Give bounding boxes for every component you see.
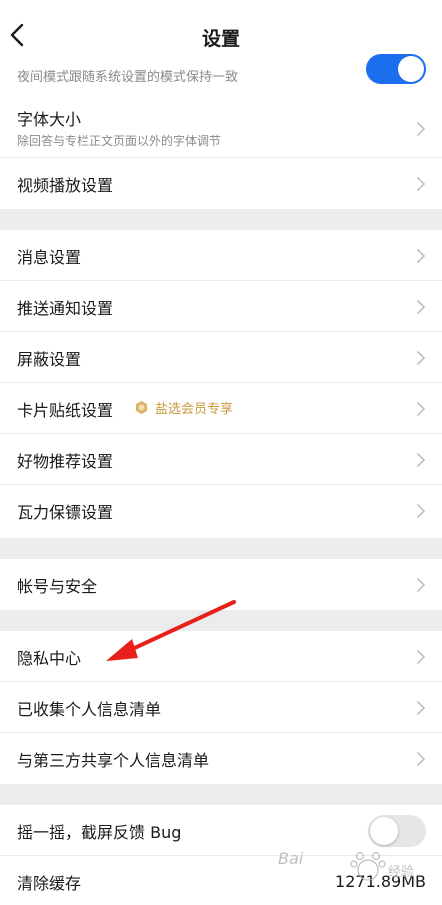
push-settings-row[interactable]: 推送通知设置 (0, 281, 442, 332)
font-size-description: 除回答与专栏正文页面以外的字体调节 (17, 134, 222, 148)
message-settings-label: 消息设置 (17, 248, 82, 267)
baidu-watermark-logo: Bai 经验 (278, 849, 414, 881)
chevron-right-icon (417, 249, 426, 263)
font-size-label: 字体大小 (17, 110, 82, 129)
account-security-row[interactable]: 帐号与安全 (0, 559, 442, 610)
privacy-center-row[interactable]: 隐私中心 (0, 631, 442, 682)
collected-info-list-row[interactable]: 已收集个人信息清单 (0, 682, 442, 733)
chevron-right-icon (417, 752, 426, 766)
block-settings-label: 屏蔽设置 (17, 350, 82, 369)
chevron-right-icon (417, 504, 426, 518)
settings-group-privacy: 隐私中心 已收集个人信息清单 与第三方共享个人信息清单 (0, 631, 442, 784)
night-mode-description: 夜间模式跟随系统设置的模式保持一致 (17, 70, 239, 85)
page-title: 设置 (201, 28, 240, 50)
privacy-center-label: 隐私中心 (17, 649, 82, 668)
section-divider (0, 209, 442, 230)
push-settings-label: 推送通知设置 (17, 299, 114, 318)
settings-group-content: 消息设置 推送通知设置 屏蔽设置 卡片贴纸设置 盐选会员专享 好物推荐设置 瓦力… (0, 230, 442, 536)
toggle-knob (398, 56, 424, 82)
vip-badge: 盐选会员专享 (134, 398, 233, 417)
chevron-right-icon (417, 701, 426, 715)
clear-cache-label: 清除缓存 (17, 874, 82, 893)
toggle-knob (370, 817, 398, 845)
settings-group-account: 帐号与安全 (0, 559, 442, 610)
collected-info-list-label: 已收集个人信息清单 (17, 700, 162, 719)
third-party-shared-info-label: 与第三方共享个人信息清单 (17, 751, 210, 770)
chevron-right-icon (417, 122, 426, 136)
video-settings-label: 视频播放设置 (17, 176, 114, 195)
third-party-shared-info-row[interactable]: 与第三方共享个人信息清单 (0, 733, 442, 784)
chevron-right-icon (417, 402, 426, 416)
chevron-right-icon (417, 578, 426, 592)
wali-guard-settings-label: 瓦力保镖设置 (17, 503, 114, 522)
svg-text:Bai: Bai (278, 849, 304, 868)
product-recommend-settings-row[interactable]: 好物推荐设置 (0, 434, 442, 485)
chevron-right-icon (417, 650, 426, 664)
chevron-right-icon (417, 300, 426, 314)
font-size-row[interactable]: 字体大小 除回答与专栏正文页面以外的字体调节 (0, 98, 442, 158)
block-settings-row[interactable]: 屏蔽设置 (0, 332, 442, 383)
shake-feedback-label: 摇一摇，截屏反馈 Bug (17, 823, 182, 842)
vip-gem-icon (135, 400, 148, 415)
card-sticker-settings-row[interactable]: 卡片贴纸设置 盐选会员专享 (0, 383, 442, 434)
message-settings-row[interactable]: 消息设置 (0, 230, 442, 281)
wali-guard-settings-row[interactable]: 瓦力保镖设置 (0, 485, 442, 536)
account-security-label: 帐号与安全 (17, 577, 98, 596)
chevron-right-icon (417, 351, 426, 365)
section-divider (0, 610, 442, 631)
vip-badge-text: 盐选会员专享 (155, 402, 234, 417)
video-settings-row[interactable]: 视频播放设置 (0, 158, 442, 209)
svg-text:经验: 经验 (388, 864, 414, 880)
chevron-right-icon (417, 177, 426, 191)
card-sticker-settings-label: 卡片贴纸设置 (17, 401, 114, 420)
chevron-right-icon (417, 453, 426, 467)
section-divider (0, 784, 442, 805)
section-divider (0, 538, 442, 559)
settings-group-display: 字体大小 除回答与专栏正文页面以外的字体调节 视频播放设置 (0, 98, 442, 209)
night-mode-toggle[interactable] (366, 54, 426, 84)
product-recommend-settings-label: 好物推荐设置 (17, 452, 114, 471)
